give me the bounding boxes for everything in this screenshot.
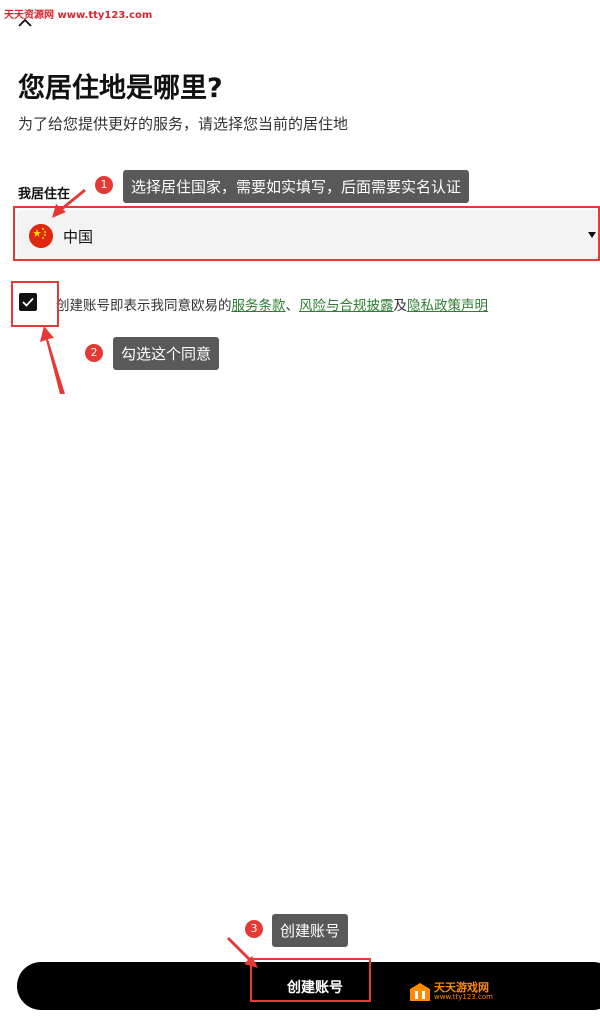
site-logo: 天天游戏网 www.tty123.com: [410, 982, 493, 1001]
arrow-head-2: [40, 326, 65, 394]
game-logo-icon: [410, 982, 430, 1001]
annotation-arrows: [40, 188, 258, 968]
arrow-line-3: [226, 936, 254, 964]
logo-name: 天天游戏网: [434, 981, 489, 994]
logo-url: www.tty123.com: [434, 993, 493, 1001]
arrow-line-1: [57, 188, 86, 214]
